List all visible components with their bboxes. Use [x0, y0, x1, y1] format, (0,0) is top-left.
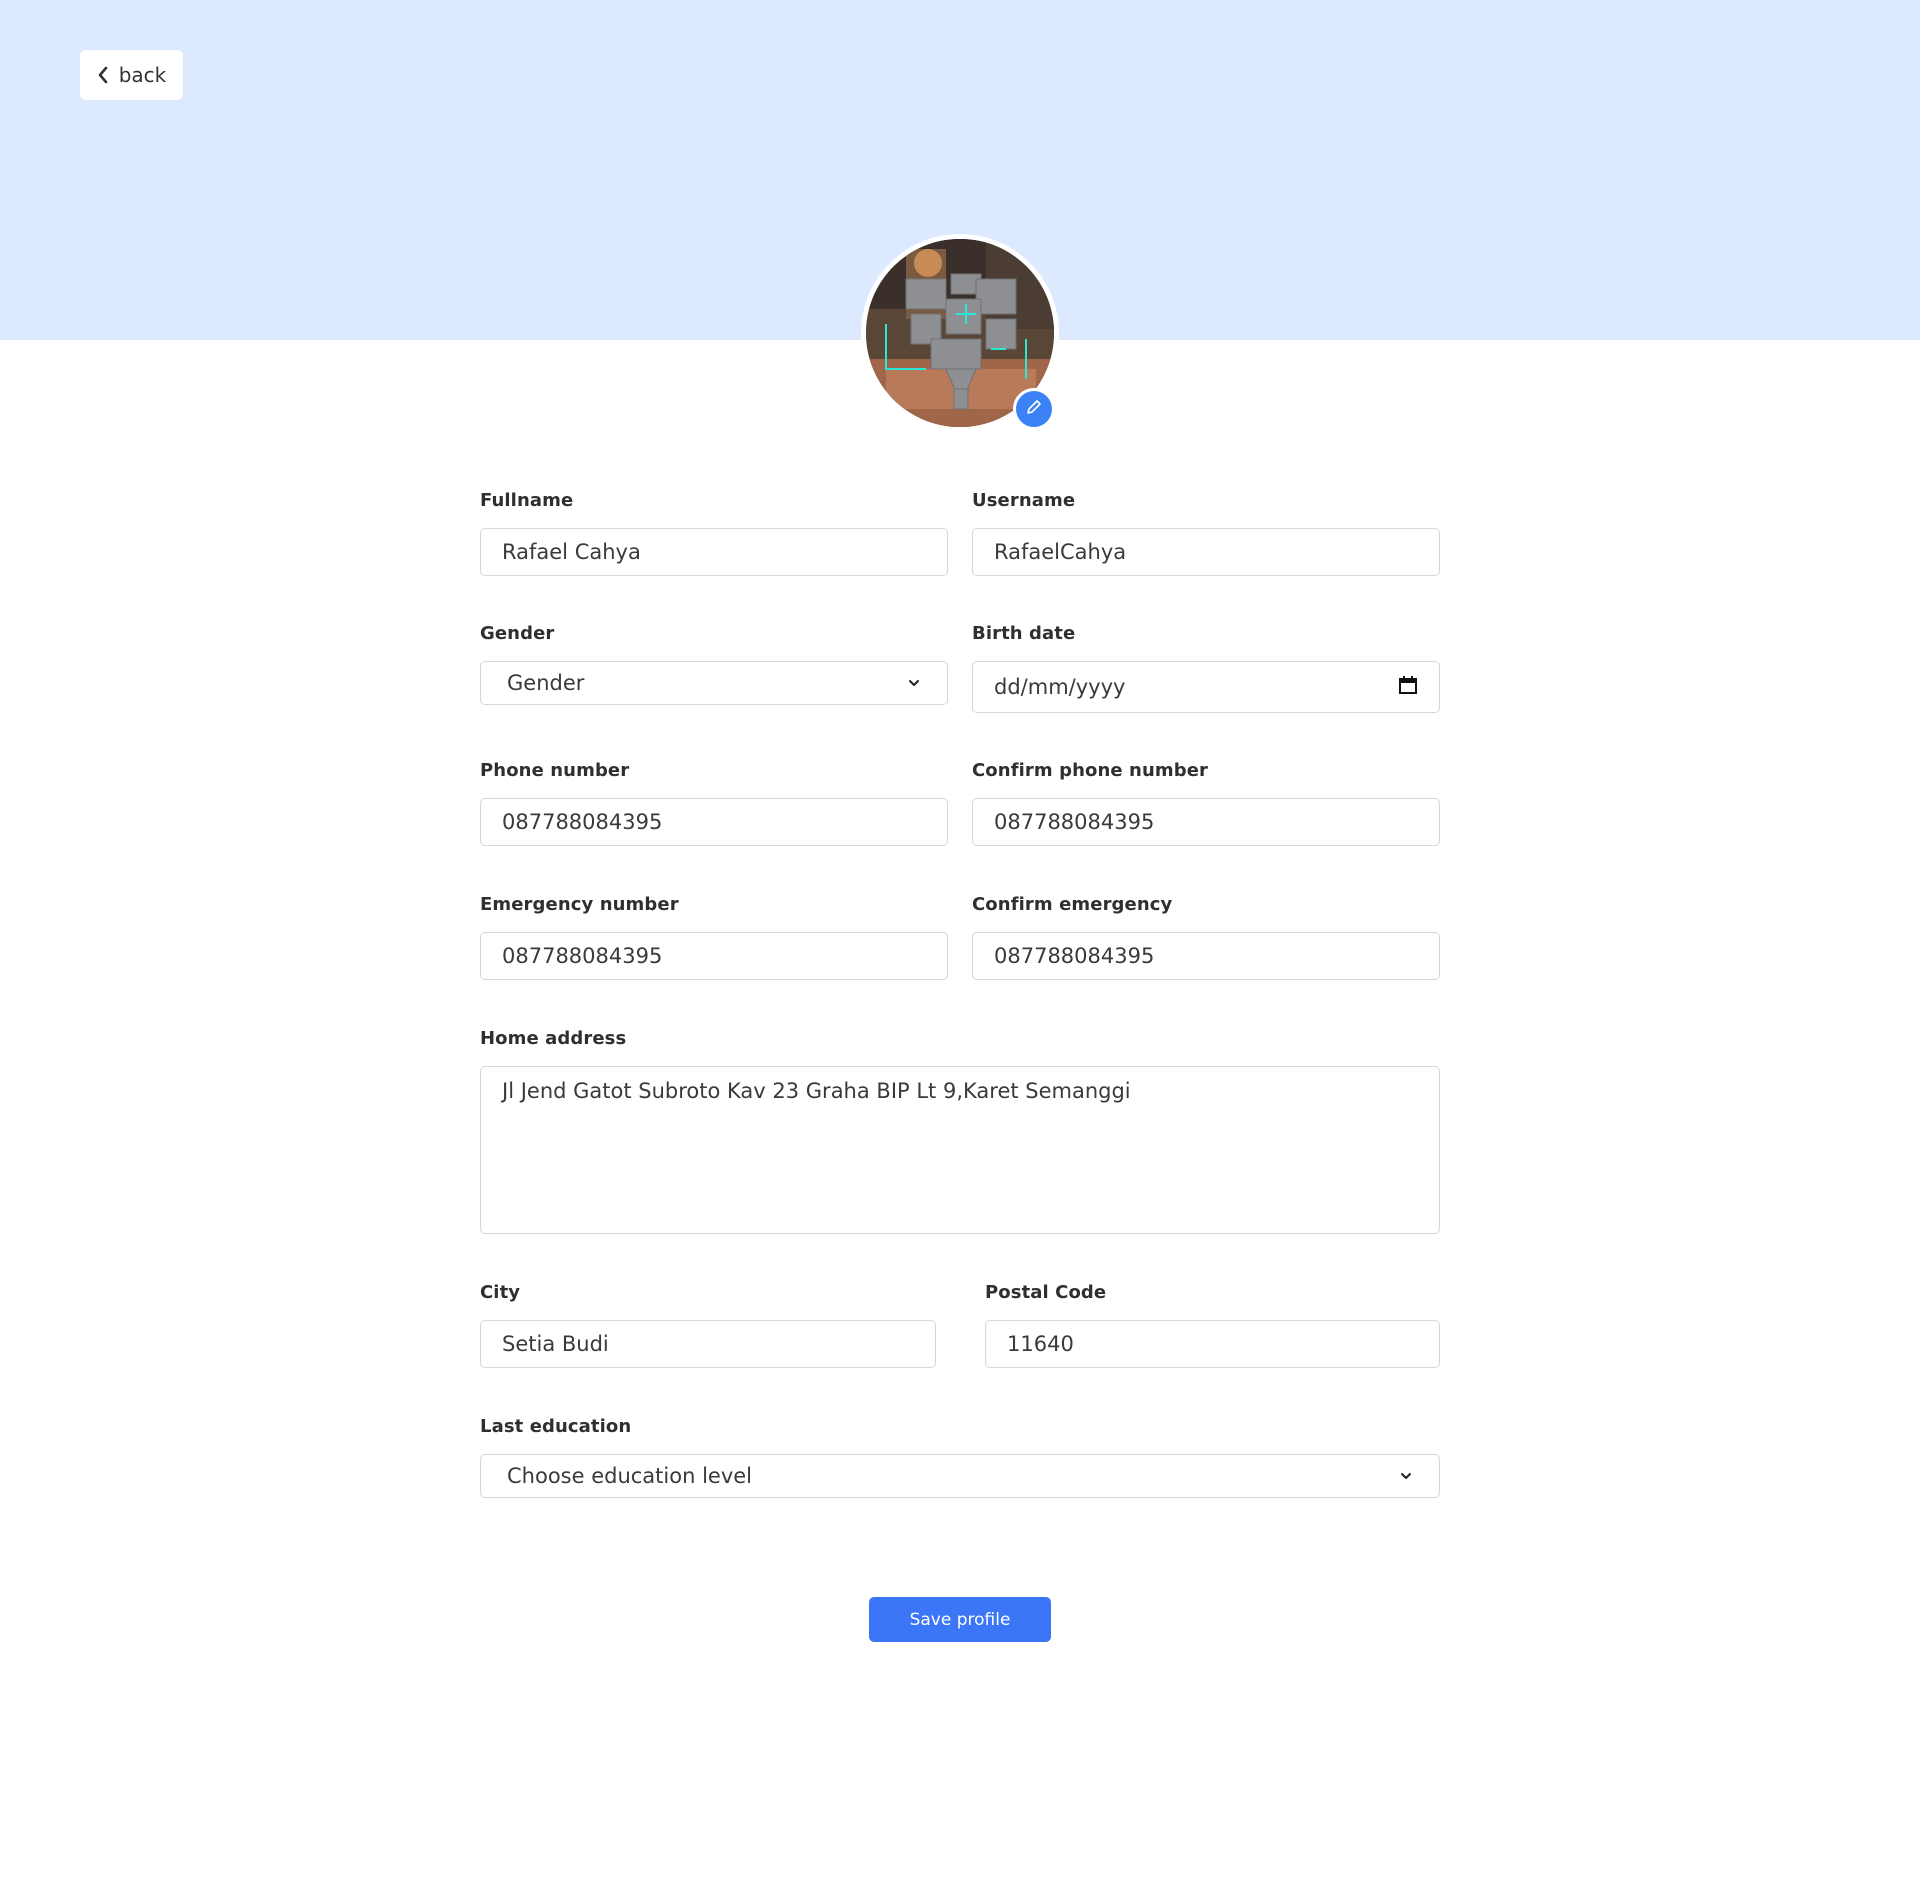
postal-code-field: Postal Code 11640	[985, 1282, 1440, 1368]
education-label: Last education	[480, 1416, 632, 1437]
education-field: Last education Choose education level	[480, 1416, 1440, 1498]
education-selected: Choose education level	[507, 1464, 753, 1488]
emergency-input[interactable]: 087788084395	[480, 932, 948, 980]
fullname-label: Fullname	[480, 490, 574, 511]
emergency-label: Emergency number	[480, 894, 679, 915]
confirm-emergency-label: Confirm emergency	[972, 894, 1173, 915]
confirm-phone-input[interactable]: 087788084395	[972, 798, 1440, 846]
username-label: Username	[972, 490, 1076, 511]
emergency-field: Emergency number 087788084395	[480, 894, 948, 980]
city-input[interactable]: Setia Budi	[480, 1320, 936, 1368]
birth-date-input[interactable]: dd/mm/yyyy	[972, 661, 1440, 713]
edit-avatar-button[interactable]	[1013, 388, 1055, 430]
city-label: City	[480, 1282, 521, 1303]
phone-label: Phone number	[480, 760, 630, 781]
chevron-down-icon	[907, 671, 921, 695]
address-field: Home address Jl Jend Gatot Subroto Kav 2…	[480, 1028, 1440, 1234]
calendar-icon[interactable]	[1398, 675, 1418, 700]
back-button[interactable]: back	[80, 50, 183, 100]
chevron-left-icon	[97, 66, 109, 84]
confirm-emergency-input[interactable]: 087788084395	[972, 932, 1440, 980]
postal-code-label: Postal Code	[985, 1282, 1107, 1303]
gender-field: Gender Gender	[480, 623, 948, 705]
chevron-down-icon	[1399, 1464, 1413, 1488]
phone-input[interactable]: 087788084395	[480, 798, 948, 846]
postal-code-input[interactable]: 11640	[985, 1320, 1440, 1368]
username-input[interactable]: RafaelCahya	[972, 528, 1440, 576]
birth-date-field: Birth date dd/mm/yyyy	[972, 623, 1440, 713]
city-field: City Setia Budi	[480, 1282, 936, 1368]
confirm-phone-label: Confirm phone number	[972, 760, 1208, 781]
fullname-input[interactable]: Rafael Cahya	[480, 528, 948, 576]
address-label: Home address	[480, 1028, 627, 1049]
birth-date-label: Birth date	[972, 623, 1076, 644]
address-textarea[interactable]: Jl Jend Gatot Subroto Kav 23 Graha BIP L…	[480, 1066, 1440, 1234]
education-select[interactable]: Choose education level	[480, 1454, 1440, 1498]
save-profile-button[interactable]: Save profile	[869, 1597, 1051, 1642]
confirm-emergency-field: Confirm emergency 087788084395	[972, 894, 1440, 980]
gender-label: Gender	[480, 623, 555, 644]
confirm-phone-field: Confirm phone number 087788084395	[972, 760, 1440, 846]
pencil-icon	[1025, 398, 1043, 420]
phone-field: Phone number 087788084395	[480, 760, 948, 846]
gender-selected: Gender	[507, 671, 585, 695]
birth-date-placeholder: dd/mm/yyyy	[994, 675, 1126, 699]
username-field: Username RafaelCahya	[972, 490, 1440, 576]
fullname-field: Fullname Rafael Cahya	[480, 490, 948, 576]
back-label: back	[118, 63, 167, 87]
gender-select[interactable]: Gender	[480, 661, 948, 705]
